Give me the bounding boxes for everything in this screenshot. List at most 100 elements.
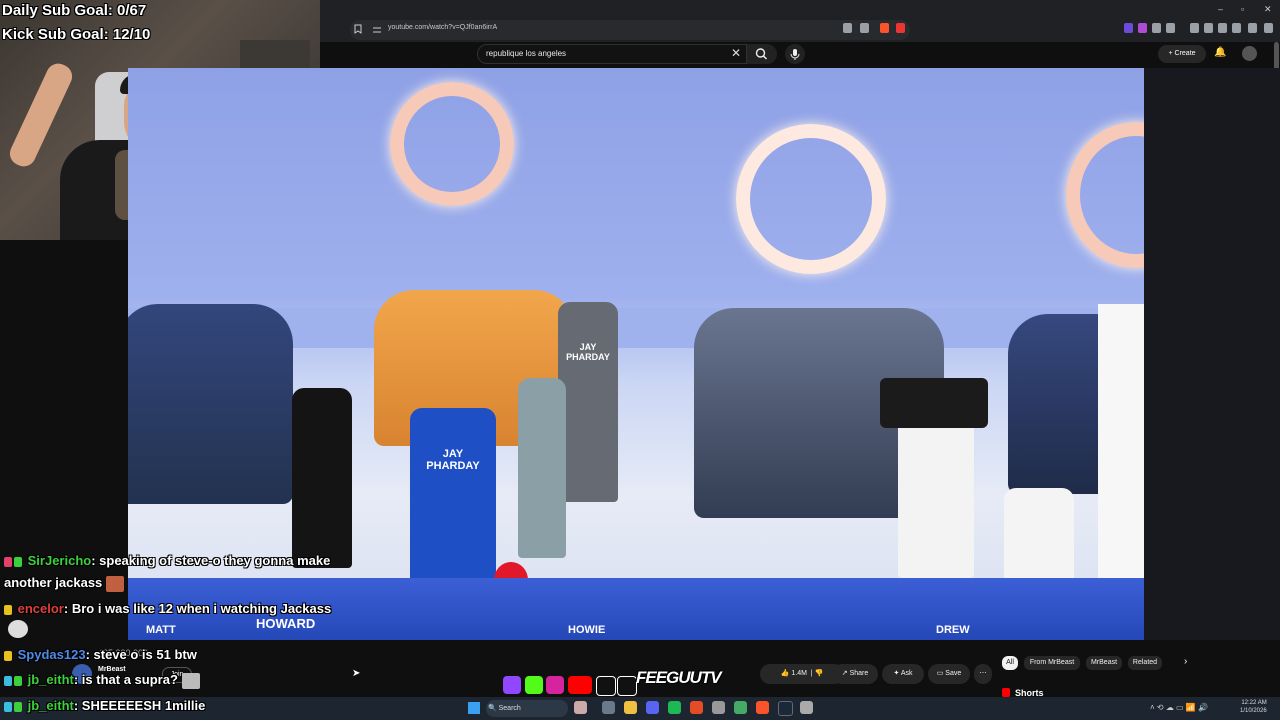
share-icon: ↗: [841, 670, 848, 677]
jersey-name: HOWARD: [256, 616, 316, 631]
emote-icon: [105, 575, 124, 592]
clock-date: 1/10/2026: [1240, 708, 1267, 714]
brave-browser-icon[interactable]: [756, 701, 769, 714]
clear-search-icon[interactable]: ✕: [731, 46, 741, 60]
person-gray-shirt: JAY PHARDAY: [558, 302, 618, 502]
task-view-icon[interactable]: [602, 701, 615, 714]
windows-start-icon[interactable]: [468, 702, 480, 714]
streamer-handle: FEEGUUTV: [636, 668, 722, 687]
clock-time: 12:22 AM: [1241, 700, 1267, 706]
taskbar-clock[interactable]: 12:22 AM 1/10/2026: [1240, 699, 1267, 715]
badge-icon: [14, 556, 22, 567]
badge-icon: [4, 650, 12, 661]
menu-icon[interactable]: [1264, 23, 1273, 33]
chat-message-continued: another jackass: [4, 575, 126, 592]
jersey-text: JAY PHARDAY: [426, 448, 480, 472]
ring-light: [1066, 122, 1144, 268]
discord-icon[interactable]: [646, 701, 659, 714]
extension-icon[interactable]: [1166, 23, 1175, 33]
url-text[interactable]: youtube.com/watch?v=QJf0an6irrA: [388, 24, 497, 31]
badge-icon: [14, 675, 22, 686]
microphone-icon: [790, 49, 800, 60]
share-label: Share: [849, 670, 869, 677]
wallet-icon[interactable]: [1218, 23, 1227, 33]
settings-icon[interactable]: [800, 701, 813, 714]
streamer-arm: [5, 59, 77, 171]
dislike-icon: 👎: [814, 670, 824, 677]
taskbar-search-label: Search: [498, 705, 521, 712]
instagram-icon: [546, 676, 564, 694]
minimize-icon[interactable]: –: [1218, 4, 1223, 14]
recommendations-panel: [1144, 68, 1280, 640]
taskbar-search[interactable]: 🔍 Search: [486, 700, 568, 717]
ring-light: [390, 82, 514, 206]
chat-username: jb_eitht: [27, 672, 74, 687]
vpn-icon[interactable]: [1232, 23, 1241, 33]
ask-label: Ask: [900, 670, 913, 677]
create-label: Create: [1174, 50, 1196, 57]
search-icon: [755, 48, 767, 60]
create-button[interactable]: + Create: [1158, 45, 1206, 63]
jersey-name: DREW: [936, 624, 970, 636]
badge-icon: [4, 675, 12, 686]
music-icon[interactable]: [1190, 23, 1199, 33]
chat-username: encelor: [17, 601, 64, 616]
avatar[interactable]: [1242, 46, 1257, 61]
kick-icon: [525, 676, 543, 694]
brave-rewards-icon[interactable]: [896, 23, 905, 33]
chat-username: SirJericho: [27, 553, 92, 568]
voice-search-button[interactable]: [785, 44, 805, 64]
close-window-icon[interactable]: ✕: [1264, 4, 1272, 15]
chevron-right-icon[interactable]: ›: [1184, 656, 1187, 667]
chat-text: : Bro i was like 12 when i watching Jack…: [63, 601, 332, 616]
search-query[interactable]: republique los angeles: [486, 49, 566, 58]
ask-button[interactable]: ✦ Ask: [882, 664, 924, 684]
notifications-bell-icon[interactable]: 🔔: [1214, 47, 1226, 58]
obs-icon[interactable]: [690, 701, 703, 714]
file-explorer-icon[interactable]: [624, 701, 637, 714]
badge-icon: [14, 701, 22, 712]
jersey-name: MATT: [146, 624, 176, 636]
extension-icon[interactable]: [1124, 23, 1133, 33]
badge-icon: [4, 604, 12, 615]
kick-sub-goal: Kick Sub Goal: 12/10: [2, 26, 151, 43]
brave-shields-icon[interactable]: [880, 23, 889, 33]
chat-username: Spydas123: [17, 647, 86, 662]
save-label: Save: [945, 670, 962, 677]
extension-icon[interactable]: [1138, 23, 1147, 33]
chat-text: another jackass: [4, 575, 103, 590]
shield-icon[interactable]: [1248, 23, 1257, 33]
twitch-icon: [503, 676, 521, 694]
emote-icon: [8, 620, 28, 638]
badge-icon: [4, 556, 12, 567]
youtube-icon: [568, 676, 592, 694]
chip-from-mrbeast[interactable]: From MrBeast: [1024, 656, 1080, 670]
bookmark-icon[interactable]: [354, 24, 362, 34]
sidebar-icon[interactable]: [1204, 23, 1213, 33]
site-info-icon[interactable]: [372, 25, 382, 35]
more-actions-button[interactable]: ⋯: [974, 664, 992, 684]
steam-icon[interactable]: [778, 701, 793, 716]
chat-text: : speaking of steve-o they gonna make: [91, 553, 331, 568]
system-tray-icons[interactable]: ˄ ⟲ ☁ ▭ 📶 🔊: [1150, 703, 1208, 712]
like-icon: 👍: [780, 670, 790, 677]
spotify-icon[interactable]: [668, 701, 681, 714]
car-blue: [128, 304, 293, 504]
share-page-icon[interactable]: [860, 23, 869, 33]
shirt-text: JAY PHARDAY: [566, 342, 610, 362]
save-button[interactable]: ▭ Save: [928, 664, 970, 684]
taskbar-app-icon[interactable]: [712, 701, 725, 714]
chip-mrbeast[interactable]: MrBeast: [1086, 656, 1122, 670]
taskbar-app-icon[interactable]: [734, 701, 747, 714]
ring-light: [736, 124, 886, 274]
chat-message: SirJericho: speaking of steve-o they gon…: [4, 553, 330, 568]
chip-all[interactable]: All: [1002, 656, 1018, 670]
chip-related[interactable]: Related: [1128, 656, 1162, 670]
search-button[interactable]: [747, 44, 777, 64]
share-button[interactable]: ↗ Share: [832, 664, 878, 684]
cast-icon[interactable]: [843, 23, 852, 33]
maximize-icon[interactable]: ▫: [1241, 4, 1244, 14]
extension-icon[interactable]: [1152, 23, 1161, 33]
chat-text: : SHEEEEESH 1millie: [73, 698, 206, 713]
taskbar-app-icon[interactable]: [574, 701, 587, 714]
